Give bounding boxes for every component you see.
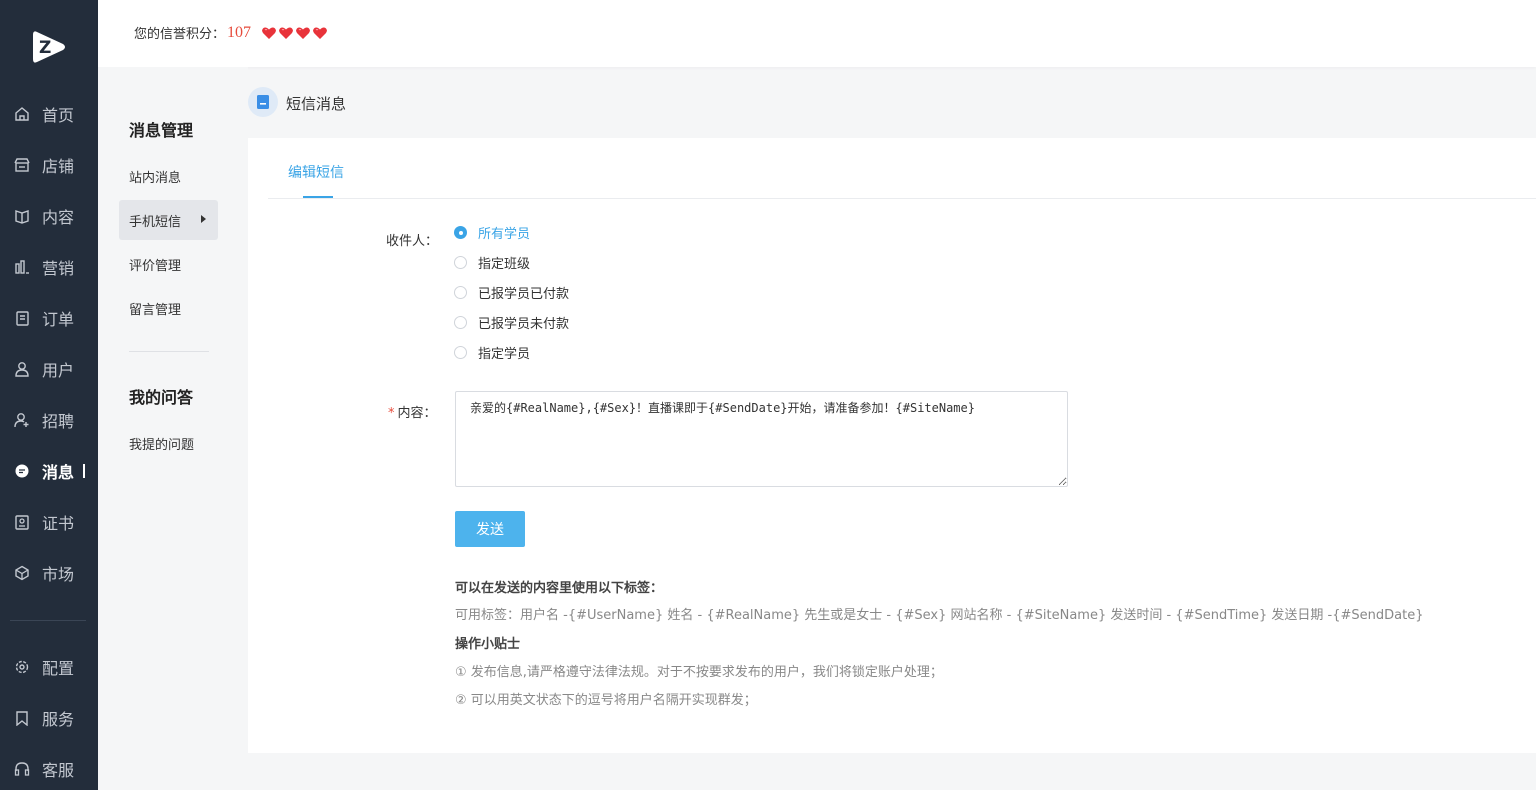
radio-specified-students[interactable]: 指定学员 — [454, 343, 530, 362]
nav-item-config[interactable]: 配置 — [0, 647, 98, 687]
nav-label: 消息 — [42, 463, 75, 482]
nav-item-store[interactable]: 店铺 — [0, 145, 98, 185]
message-icon — [13, 462, 31, 480]
content-label-text: 内容： — [397, 406, 437, 421]
subnav-item-comments[interactable]: 留言管理 — [119, 288, 218, 328]
home-icon — [13, 105, 31, 123]
subnav-item-my-questions[interactable]: 我提的问题 — [119, 423, 218, 463]
tags-text: 可用标签：用户名 -{#UserName} 姓名 - {#RealName} 先… — [455, 608, 1424, 623]
nav-item-home[interactable]: 首页 — [0, 94, 98, 134]
send-button[interactable]: 发送 — [455, 511, 525, 547]
certificate-icon — [13, 513, 31, 531]
heart-icon — [296, 27, 310, 39]
radio-indicator — [454, 286, 467, 299]
recipient-label: 收件人： — [386, 234, 439, 249]
subnav-item-label: 手机短信 — [129, 214, 182, 230]
nav-label: 证书 — [42, 514, 75, 533]
sms-page-icon — [248, 87, 278, 117]
book-icon — [13, 207, 31, 225]
nav-label: 市场 — [42, 565, 75, 584]
radio-indicator — [454, 226, 467, 239]
subnav-item-site-messages[interactable]: 站内消息 — [119, 156, 218, 196]
order-icon — [13, 309, 31, 327]
hint-title: 操作小贴士 — [455, 637, 521, 652]
hint-1: ① 发布信息,请严格遵守法律法规。对于不按要求发布的用户，我们将锁定账户处理； — [455, 665, 943, 680]
radio-label: 指定班级 — [478, 257, 531, 272]
cube-icon — [13, 564, 31, 582]
main-nav: Z 首页 店铺 内容 营销 订单 用户 招聘 消息 证书 市场 配置 服务 客服 — [0, 0, 98, 790]
nav-item-support[interactable]: 客服 — [0, 749, 98, 789]
nav-label: 订单 — [42, 310, 75, 329]
radio-indicator — [454, 316, 467, 329]
bar-chart-icon — [13, 258, 31, 276]
credit-hearts — [261, 26, 329, 40]
credit-label: 您的信誉积分： — [134, 27, 226, 42]
nav-item-market[interactable]: 市场 — [0, 553, 98, 593]
page-title: 短信消息 — [286, 95, 347, 113]
gear-icon — [13, 658, 31, 676]
headset-icon — [13, 760, 31, 778]
nav-item-content[interactable]: 内容 — [0, 196, 98, 236]
nav-label: 营销 — [42, 259, 75, 278]
nav-divider — [10, 620, 86, 621]
radio-enrolled-paid[interactable]: 已报学员已付款 — [454, 283, 569, 302]
hint-2: ② 可以用英文状态下的逗号将用户名隔开实现群发； — [455, 693, 757, 708]
nav-label: 服务 — [42, 710, 75, 729]
nav-item-users[interactable]: 用户 — [0, 349, 98, 389]
radio-label: 指定学员 — [478, 347, 531, 362]
credit-score: 您的信誉积分： 107 — [134, 23, 329, 42]
radio-enrolled-unpaid[interactable]: 已报学员未付款 — [454, 313, 569, 332]
active-indicator — [83, 464, 85, 478]
nav-item-orders[interactable]: 订单 — [0, 298, 98, 338]
nav-item-messages[interactable]: 消息 — [0, 451, 98, 491]
svg-text:Z: Z — [39, 38, 51, 58]
nav-item-marketing[interactable]: 营销 — [0, 247, 98, 287]
radio-indicator — [454, 346, 467, 359]
nav-item-certificate[interactable]: 证书 — [0, 502, 98, 542]
radio-indicator — [454, 256, 467, 269]
nav-label: 客服 — [42, 761, 75, 780]
subnav-item-reviews[interactable]: 评价管理 — [119, 244, 218, 284]
content-label: * 内容： — [388, 402, 437, 421]
nav-label: 配置 — [42, 659, 75, 678]
heart-icon — [279, 27, 293, 39]
nav-label: 店铺 — [42, 157, 75, 176]
nav-item-recruit[interactable]: 招聘 — [0, 400, 98, 440]
nav-item-service[interactable]: 服务 — [0, 698, 98, 738]
user-add-icon — [13, 411, 31, 429]
caret-right-icon — [201, 215, 206, 223]
nav-label: 首页 — [42, 106, 75, 125]
radio-label: 所有学员 — [478, 227, 531, 242]
group-title-qa: 我的问答 — [129, 388, 194, 407]
store-icon — [13, 156, 31, 174]
subnav-item-sms[interactable]: 手机短信 — [119, 200, 218, 240]
tab-active-underline — [303, 196, 333, 198]
top-header: 您的信誉积分： 107 — [98, 0, 1536, 67]
radio-label: 已报学员未付款 — [478, 317, 570, 332]
radio-all-students[interactable]: 所有学员 — [454, 223, 530, 242]
required-mark: * — [388, 406, 395, 421]
nav-label: 用户 — [42, 361, 75, 380]
nav-label: 内容 — [42, 208, 75, 227]
tags-title: 可以在发送的内容里使用以下标签： — [455, 581, 664, 596]
bookmark-icon — [13, 709, 31, 727]
group-title-messages: 消息管理 — [129, 121, 194, 140]
radio-specified-class[interactable]: 指定班级 — [454, 253, 530, 272]
user-icon — [13, 360, 31, 378]
tab-bar: 编辑短信 — [268, 138, 1536, 199]
heart-icon — [262, 27, 276, 39]
heart-icon — [313, 27, 327, 39]
subnav-divider — [129, 351, 209, 352]
nav-label: 招聘 — [42, 412, 75, 431]
logo-icon[interactable]: Z — [31, 28, 67, 66]
tab-edit-sms[interactable]: 编辑短信 — [288, 162, 344, 182]
sms-editor-card: 编辑短信 收件人： 所有学员 指定班级 已报学员已付款 已报学员未付款 指定学员… — [248, 138, 1536, 753]
credit-value: 107 — [227, 23, 252, 41]
sms-content-textarea[interactable]: 亲爱的{#RealName},{#Sex}！直播课即于{#SendDate}开始… — [455, 391, 1068, 487]
secondary-sidebar: 消息管理 站内消息 手机短信 评价管理 留言管理 我的问答 我提的问题 — [98, 67, 248, 790]
radio-label: 已报学员已付款 — [478, 287, 570, 302]
